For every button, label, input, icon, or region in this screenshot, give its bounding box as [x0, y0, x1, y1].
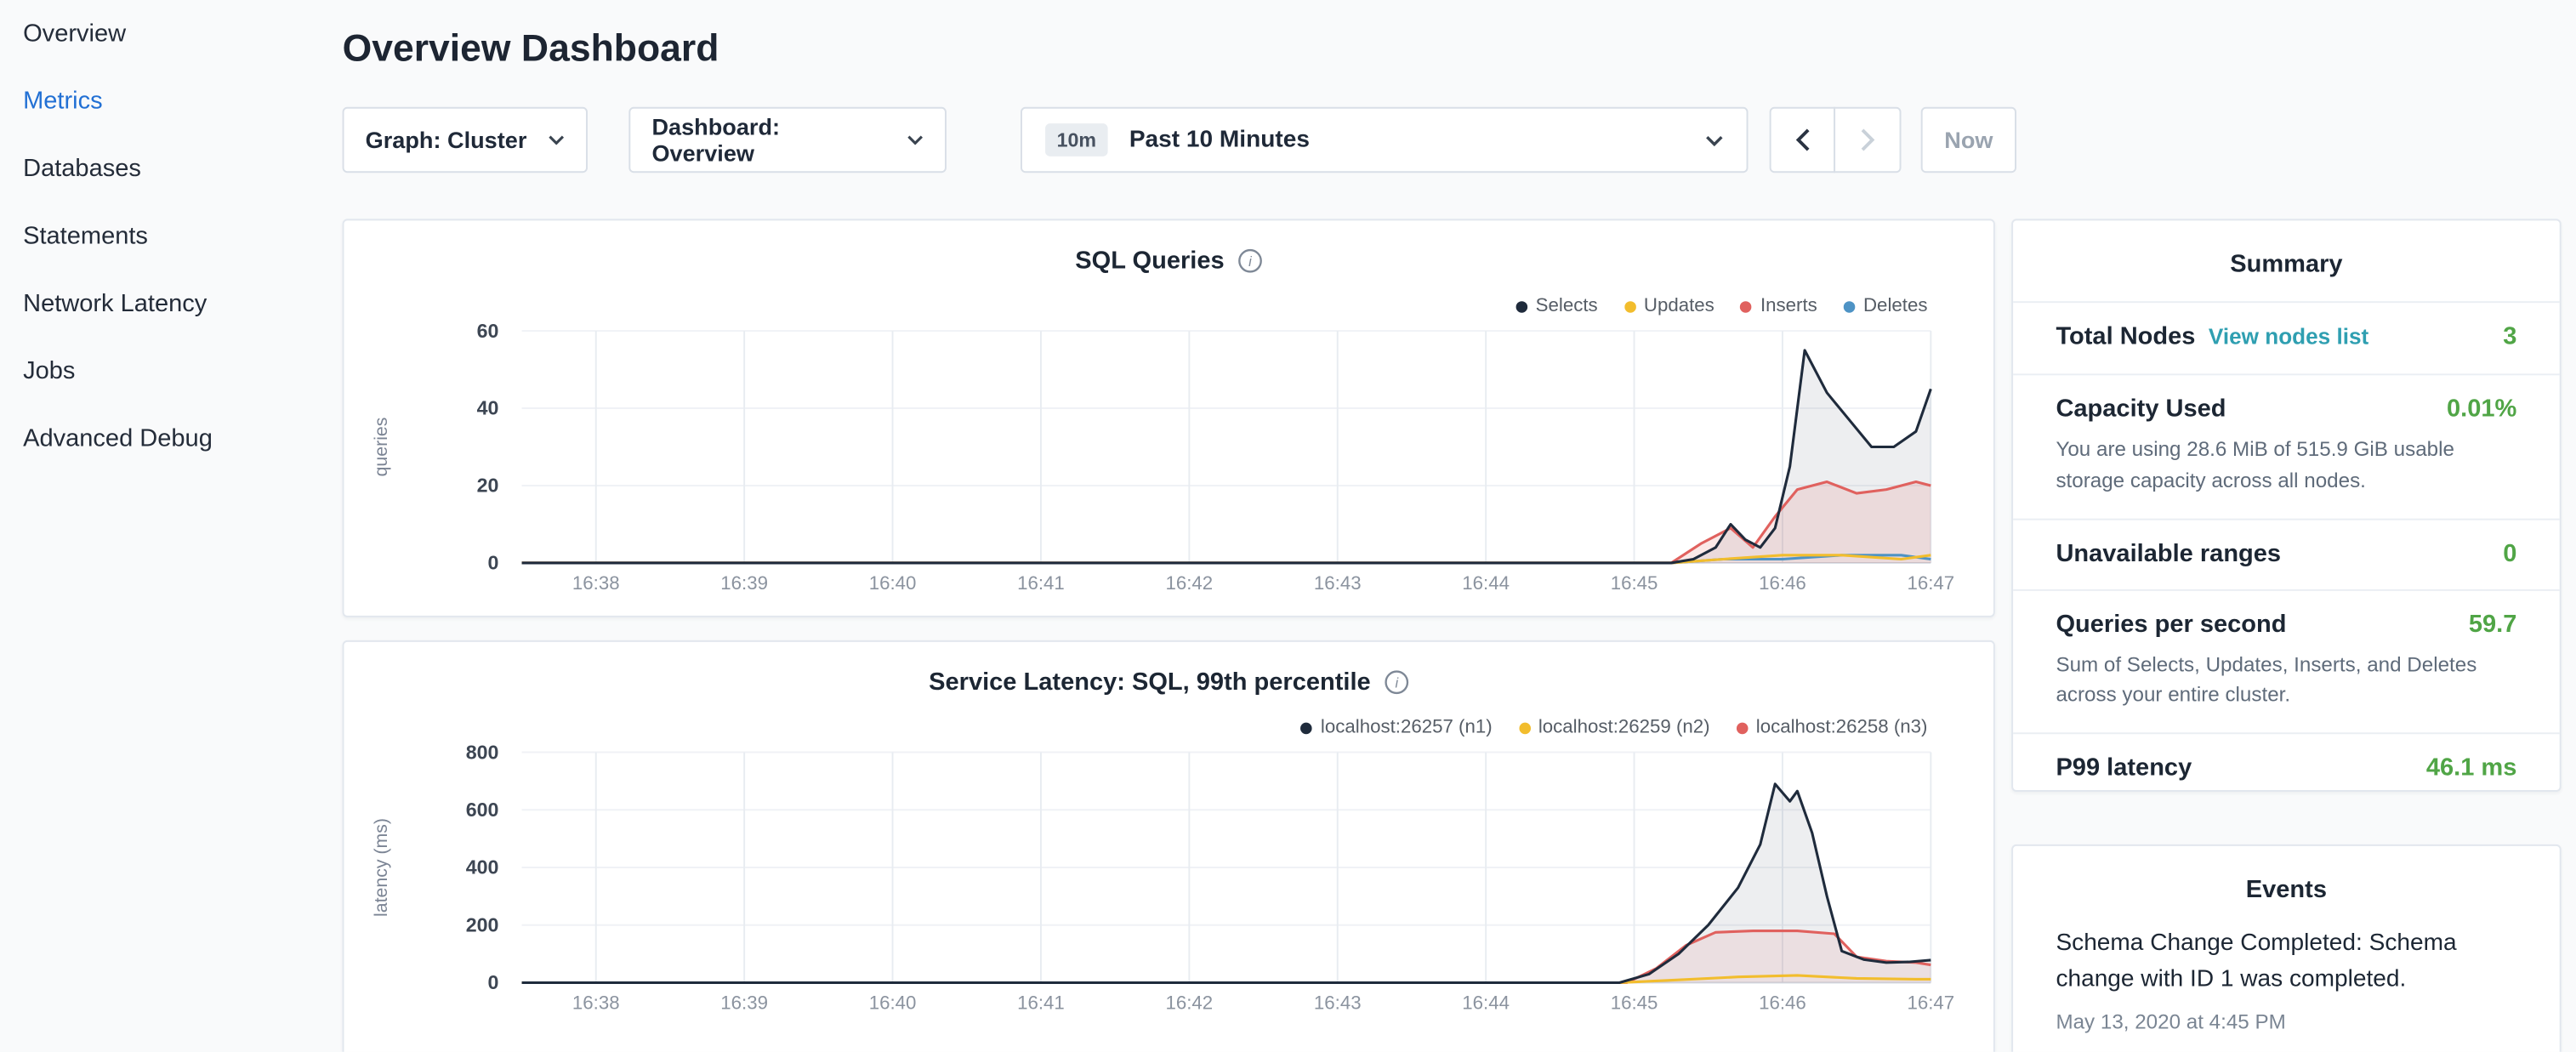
summary-value: 46.1 ms: [2426, 753, 2517, 782]
service-latency-plot[interactable]: 0 200 400 600 800 16:38 16:39 16:40 16:41 16:42 16…: [344, 642, 1993, 1052]
event-timestamp: May 13, 2020 at 4:45 PM: [2056, 1009, 2516, 1032]
summary-row-total-nodes: Total Nodes View nodes list 3: [2013, 301, 2560, 373]
svg-text:16:43: 16:43: [1314, 992, 1362, 1013]
dashboard-dropdown-label: Dashboard: Overview: [651, 114, 887, 167]
svg-text:0: 0: [488, 552, 499, 574]
summary-value: 0: [2503, 539, 2516, 567]
chevron-down-icon: [907, 135, 923, 145]
graph-dropdown-label: Graph: Cluster: [366, 127, 529, 153]
time-window-label: Past 10 Minutes: [1129, 127, 1310, 153]
summary-title: Summary: [2013, 220, 2560, 301]
svg-text:16:40: 16:40: [869, 992, 917, 1013]
svg-text:16:42: 16:42: [1166, 572, 1214, 594]
summary-description: Sum of Selects, Updates, Inserts, and De…: [2056, 650, 2516, 712]
summary-row-queries-per-second: Queries per second 59.7 Sum of Selects, …: [2013, 589, 2560, 732]
time-range-badge: 10m: [1045, 123, 1108, 156]
sidebar-item-advanced-debug[interactable]: Advanced Debug: [0, 405, 318, 472]
svg-text:16:38: 16:38: [572, 992, 620, 1013]
svg-text:200: 200: [466, 913, 499, 935]
svg-text:latency (ms): latency (ms): [371, 818, 391, 917]
summary-value: 3: [2503, 322, 2516, 350]
summary-label: Queries per second: [2056, 610, 2286, 638]
dashboard-dropdown[interactable]: Dashboard: Overview: [628, 107, 947, 173]
svg-text:400: 400: [466, 856, 499, 879]
svg-text:16:47: 16:47: [1907, 992, 1954, 1013]
service-latency-chart-card: Service Latency: SQL, 99th percentile i …: [343, 640, 1995, 1052]
svg-text:60: 60: [477, 320, 499, 342]
sidebar-item-databases[interactable]: Databases: [0, 135, 318, 202]
svg-text:16:43: 16:43: [1314, 572, 1362, 594]
sql-queries-chart-card: SQL Queries i Selects Updates Inserts De…: [343, 219, 1995, 617]
svg-text:800: 800: [466, 741, 499, 763]
summary-row-unavailable-ranges: Unavailable ranges 0: [2013, 518, 2560, 589]
svg-text:0: 0: [488, 971, 499, 993]
metrics-dashboard-page: Overview Metrics Databases Statements Ne…: [0, 0, 2576, 1052]
summary-panel: Summary Total Nodes View nodes list 3 Cap…: [2011, 219, 2561, 792]
summary-row-capacity-used: Capacity Used 0.01% You are using 28.6 M…: [2013, 373, 2560, 517]
chevron-left-icon: [1795, 128, 1810, 151]
svg-text:16:47: 16:47: [1907, 572, 1954, 594]
svg-text:16:41: 16:41: [1017, 992, 1065, 1013]
svg-text:40: 40: [477, 397, 499, 419]
summary-value: 0.01%: [2447, 395, 2516, 424]
svg-text:16:46: 16:46: [1759, 992, 1806, 1013]
svg-text:16:39: 16:39: [720, 992, 768, 1013]
summary-label: P99 latency: [2056, 753, 2192, 782]
sidebar-item-statements[interactable]: Statements: [0, 202, 318, 270]
svg-text:16:40: 16:40: [869, 572, 917, 594]
sidebar-item-overview[interactable]: Overview: [0, 0, 318, 67]
summary-value: 59.7: [2469, 610, 2517, 638]
chevron-down-icon: [549, 135, 565, 145]
events-panel: Events Schema Change Completed: Schema c…: [2011, 844, 2561, 1052]
view-nodes-list-link[interactable]: View nodes list: [2209, 324, 2368, 349]
summary-label: Unavailable ranges: [2056, 539, 2281, 567]
svg-text:16:44: 16:44: [1462, 572, 1510, 594]
summary-label: Capacity Used: [2056, 395, 2226, 424]
chevron-down-icon: [1705, 134, 1723, 146]
time-window-prev-button[interactable]: [1770, 107, 1835, 173]
svg-text:600: 600: [466, 799, 499, 821]
svg-text:16:41: 16:41: [1017, 572, 1065, 594]
events-title: Events: [2013, 846, 2560, 927]
svg-text:16:42: 16:42: [1166, 992, 1214, 1013]
event-item: Schema Change Completed: Schema change w…: [2013, 927, 2560, 1052]
svg-text:20: 20: [477, 475, 499, 497]
svg-text:16:44: 16:44: [1462, 992, 1510, 1013]
summary-description: You are using 28.6 MiB of 515.9 GiB usab…: [2056, 435, 2516, 497]
event-text: Schema Change Completed: Schema change w…: [2056, 927, 2516, 998]
now-button[interactable]: Now: [1921, 107, 2016, 173]
sidebar-item-jobs[interactable]: Jobs: [0, 338, 318, 405]
svg-text:16:45: 16:45: [1611, 992, 1658, 1013]
sidebar: Overview Metrics Databases Statements Ne…: [0, 0, 318, 1052]
page-title: Overview Dashboard: [343, 21, 719, 74]
graph-dropdown[interactable]: Graph: Cluster: [343, 107, 588, 173]
svg-text:16:46: 16:46: [1759, 572, 1806, 594]
svg-text:16:39: 16:39: [720, 572, 768, 594]
sql-queries-plot[interactable]: 0 20 40 60 16:38 16:39 16:40 16:41 16:42 16:43 16:…: [344, 220, 1993, 616]
summary-label: Total Nodes: [2056, 322, 2195, 350]
summary-row-p99-latency: P99 latency 46.1 ms: [2013, 732, 2560, 803]
chevron-right-icon: [1860, 128, 1874, 151]
svg-text:16:45: 16:45: [1611, 572, 1658, 594]
time-window-next-button[interactable]: [1834, 107, 1901, 173]
svg-text:queries: queries: [371, 418, 391, 477]
sidebar-item-network-latency[interactable]: Network Latency: [0, 270, 318, 337]
time-window-selector[interactable]: 10m Past 10 Minutes: [1021, 107, 1748, 173]
svg-text:16:38: 16:38: [572, 572, 620, 594]
sidebar-item-metrics[interactable]: Metrics: [0, 67, 318, 134]
